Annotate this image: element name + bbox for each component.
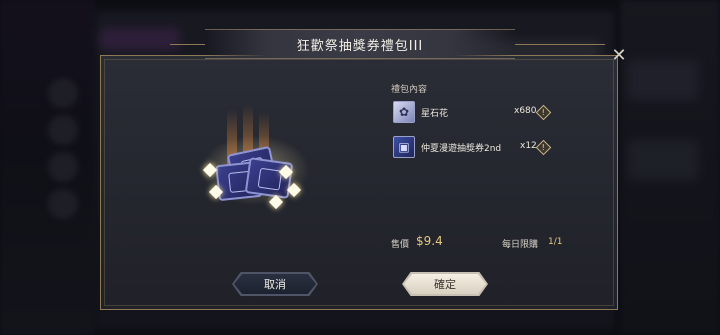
close-button[interactable]: ✕ [608,44,630,66]
gift-pack-dialog [100,55,618,310]
gift-pack-illustration [185,105,325,215]
title-decoration [515,44,605,45]
item-quantity: x680 [514,106,537,116]
title-decoration [170,44,205,45]
lottery-ticket-icon: ▣ [393,136,415,158]
price-value: $9.4 [416,234,443,248]
cancel-button-label: 取消 [264,278,286,291]
item-quantity: x12 [520,141,537,151]
title-bar: 狂歡祭抽獎券禮包III [205,29,515,59]
star-stone-flower-icon: ✿ [393,101,415,123]
confirm-button[interactable]: 確定 [402,272,488,296]
dialog-title: 狂歡祭抽獎券禮包III [296,38,424,54]
item-name: 星石花 [421,108,449,119]
daily-limit-value: 1/1 [548,237,563,247]
daily-limit-label: 每日限購 [502,240,539,250]
price-label: 售價 [391,240,410,250]
contents-label: 禮包內容 [391,85,428,95]
item-name: 仲夏漫遊抽獎券2nd [421,143,502,154]
close-icon: ✕ [611,44,627,66]
cancel-button[interactable]: 取消 [232,272,318,296]
confirm-button-label: 確定 [434,278,456,291]
